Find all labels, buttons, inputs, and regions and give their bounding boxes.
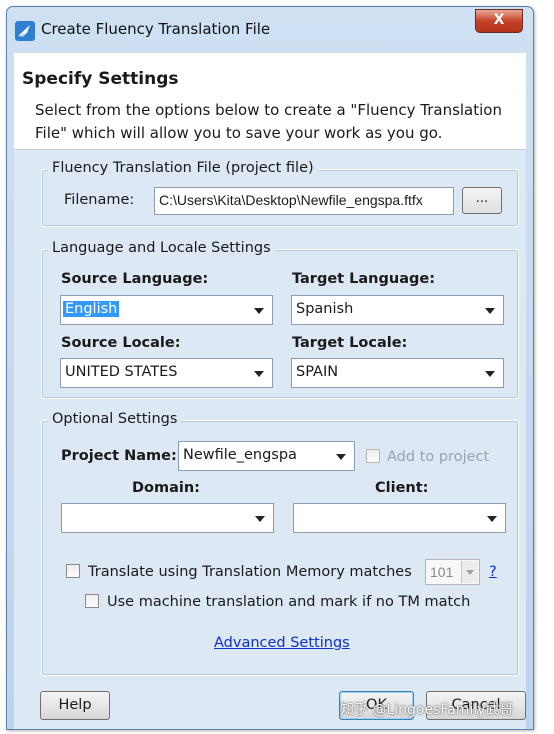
target-locale-label: Target Locale: [292,335,408,351]
project-file-legend: Fluency Translation File (project file) [48,160,318,176]
optional-settings-group: Optional Settings Project Name: Newfile_… [41,411,519,676]
title-bar[interactable]: Create Fluency Translation File X [7,7,533,53]
target-language-select[interactable]: Spanish [291,295,504,325]
target-language-label: Target Language: [292,271,435,287]
header-panel: Specify Settings Select from the options… [14,53,526,150]
target-locale-value: SPAIN [296,364,339,380]
target-locale-select[interactable]: SPAIN [291,358,504,388]
project-name-value: Newfile_engspa [183,447,297,463]
optional-legend: Optional Settings [48,411,182,427]
advanced-settings-link[interactable]: Advanced Settings [214,635,350,651]
client-select[interactable] [293,503,506,533]
browse-button[interactable]: ... [462,187,502,214]
chevron-down-icon [485,308,495,314]
page-title: Specify Settings [22,69,179,89]
add-to-project-label: Add to project [387,449,490,465]
project-name-label: Project Name: [61,448,177,464]
chevron-down-icon [255,516,265,522]
source-language-label: Source Language: [61,271,209,287]
add-to-project-checkbox[interactable] [366,449,380,463]
chevron-down-icon [254,308,264,314]
source-language-value: English [63,301,120,317]
client-label: Client: [375,480,429,496]
tm-threshold-value: 101 [430,564,454,580]
filename-label: Filename: [64,192,135,208]
domain-select[interactable] [61,503,274,533]
language-legend: Language and Locale Settings [48,240,275,256]
language-locale-group: Language and Locale Settings Source Lang… [41,240,519,399]
window-title: Create Fluency Translation File [41,20,271,38]
close-button[interactable]: X [475,9,523,33]
source-locale-value: UNITED STATES [65,364,178,380]
chevron-down-icon [336,454,346,460]
source-locale-label: Source Locale: [61,335,181,351]
filename-field[interactable]: C:\Users\Kita\Desktop\Newfile_engspa.ftf… [154,187,454,215]
chevron-down-icon [487,516,497,522]
dialog-window: Create Fluency Translation File X Specif… [6,6,534,730]
source-locale-select[interactable]: UNITED STATES [60,358,273,388]
spinner-button[interactable] [461,561,478,583]
source-language-select[interactable]: English [60,295,273,325]
chevron-down-icon [485,371,495,377]
domain-label: Domain: [132,480,200,496]
dialog-body: Specify Settings Select from the options… [14,53,526,729]
translation-memory-label: Translate using Translation Memory match… [88,564,412,580]
tm-threshold-spinner[interactable]: 101 [425,559,480,585]
page-description: Select from the options below to create … [35,101,502,142]
tm-help-link[interactable]: ? [489,564,497,580]
chevron-down-icon [254,371,264,377]
project-name-select[interactable]: Newfile_engspa [178,441,355,471]
fluency-app-icon [15,21,35,41]
chevron-down-icon [466,570,474,575]
machine-translation-label: Use machine translation and mark if no T… [107,594,471,610]
target-language-value: Spanish [296,301,354,317]
machine-translation-checkbox[interactable] [85,594,99,608]
translation-memory-checkbox[interactable] [66,564,80,578]
watermark-text: 知乎 @LingoesFamily武哥 [340,702,514,718]
help-button[interactable]: Help [40,691,110,720]
project-file-group: Fluency Translation File (project file) … [41,160,519,227]
